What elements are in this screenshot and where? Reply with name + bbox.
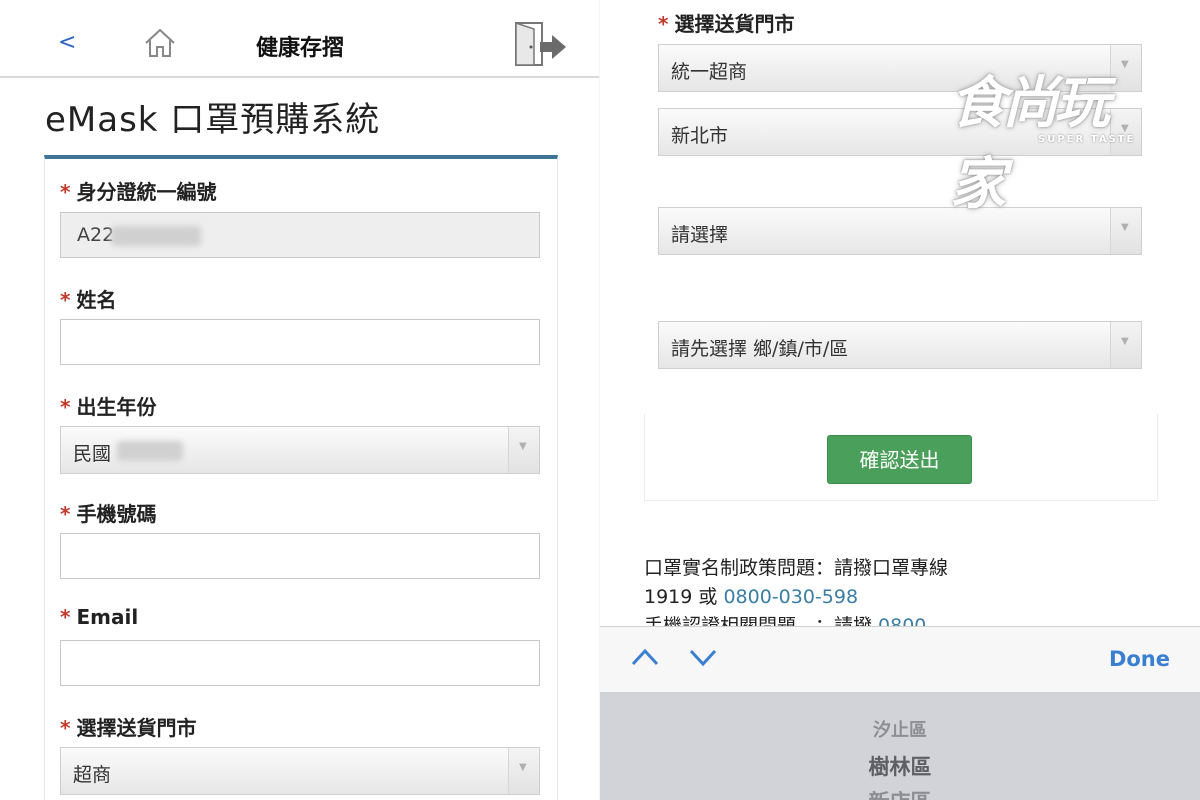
phone-label: * 手機號碼 <box>60 502 157 526</box>
shop-select[interactable]: 請先選擇 鄉/鎮/市/區 ▼ <box>658 321 1142 369</box>
watermark-subtext: SUPER TASTE <box>1038 134 1136 145</box>
redacted-area <box>117 441 183 461</box>
info-line-policy: 口罩實名制政策問題：請撥口罩專線 <box>644 557 949 579</box>
picker-item-selected[interactable]: 樹林區 <box>600 751 1200 781</box>
store-label: * 選擇送貨門市 <box>658 12 795 36</box>
redacted-area <box>111 226 201 246</box>
chevron-down-icon: ▼ <box>1110 322 1141 368</box>
shop-value: 請先選擇 鄉/鎮/市/區 <box>671 338 849 360</box>
left-screen: < 健康存摺 eMask 口罩預購系統 * 身分證統一編號 A22 * 姓名 * 出生… <box>0 0 600 800</box>
picker-item[interactable]: 汐止區 <box>600 716 1200 742</box>
top-nav-bar: < 健康存摺 <box>0 0 600 78</box>
back-button[interactable]: < <box>58 30 76 55</box>
chevron-up-icon[interactable] <box>630 645 660 669</box>
id-label: * 身分證統一編號 <box>60 180 217 204</box>
chevron-down-icon[interactable] <box>688 645 718 669</box>
logout-door-icon[interactable] <box>512 20 568 68</box>
store-type-select[interactable]: 超商 ▼ <box>60 747 540 795</box>
keyboard-toolbar: Done <box>600 626 1200 693</box>
page-title: eMask 口罩預購系統 <box>45 100 381 140</box>
chevron-down-icon: ▼ <box>508 427 539 473</box>
district-value: 請選擇 <box>671 224 729 246</box>
id-number-value: A22 <box>77 224 115 246</box>
email-field[interactable] <box>60 640 540 686</box>
phone-field[interactable] <box>60 533 540 579</box>
store-chain-value: 統一超商 <box>671 61 748 83</box>
id-number-field[interactable]: A22 <box>60 212 540 258</box>
home-icon[interactable] <box>143 27 177 59</box>
right-screen: * 選擇送貨門市 統一超商 ▼ 新北市 ▼ 請選擇 ▼ 請先選擇 鄉/鎮/市/區 … <box>600 0 1200 800</box>
birth-year-select[interactable]: 民國 ▼ <box>60 426 540 474</box>
city-value: 新北市 <box>671 125 729 147</box>
picker-item[interactable]: 新店區 <box>600 786 1200 800</box>
submit-button[interactable]: 確認送出 <box>827 435 972 484</box>
name-field[interactable] <box>60 319 540 365</box>
email-label: * Email <box>60 605 139 629</box>
birth-year-label: * 出生年份 <box>60 395 157 419</box>
district-picker-wheel[interactable]: 汐止區 樹林區 新店區 <box>600 692 1200 800</box>
done-button[interactable]: Done <box>1109 647 1170 671</box>
watermark-logo: 食尚玩家 SUPER TASTE <box>950 38 1150 217</box>
name-label: * 姓名 <box>60 288 117 312</box>
header-title: 健康存摺 <box>255 36 344 61</box>
hotline-link[interactable]: 0800-030-598 <box>723 586 858 608</box>
birth-year-value: 民國 <box>73 443 112 465</box>
info-line-hotline: 1919 或 0800-030-598 <box>644 586 859 608</box>
required-mark: * <box>60 180 71 204</box>
store-type-value: 超商 <box>73 764 112 786</box>
store-label: * 選擇送貨門市 <box>60 716 197 740</box>
chevron-down-icon: ▼ <box>508 748 539 794</box>
